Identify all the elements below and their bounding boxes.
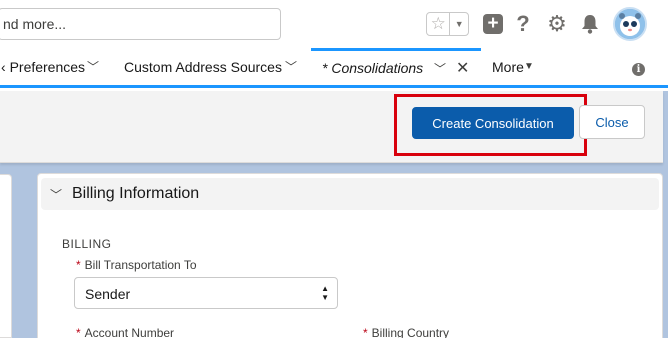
app-frame: nd more... ☆ ▼ + ? ⚙ ‹ Preferences ﹀ Cus…	[0, 0, 668, 338]
select-arrows-icon: ▲ ▼	[321, 284, 329, 302]
required-marker: *	[76, 326, 81, 338]
select-value: Sender	[85, 286, 131, 302]
workspace: Create Consolidation Close ﹀ Billing Inf…	[0, 91, 668, 338]
chevron-down-icon[interactable]: ﹀	[285, 58, 297, 75]
group-label: BILLING	[62, 237, 112, 251]
billing-section-header[interactable]: ﹀ Billing Information	[41, 178, 659, 210]
chevron-down-icon[interactable]: ﹀	[87, 58, 99, 75]
global-header: nd more... ☆ ▼ + ? ⚙	[0, 0, 668, 48]
gear-icon[interactable]: ⚙	[545, 11, 569, 36]
avatar[interactable]	[613, 7, 647, 41]
search-text: nd more...	[3, 16, 67, 32]
global-search-input[interactable]: nd more...	[0, 8, 281, 40]
field-label-text: Bill Transportation To	[84, 258, 197, 272]
required-marker: *	[76, 258, 81, 272]
field-label-text: Account Number	[84, 326, 175, 338]
billing-card: ﹀ Billing Information BILLING * Bill Tran…	[37, 173, 663, 338]
tab-consolidations[interactable]: * Consolidations ﹀ ✕	[311, 48, 481, 85]
workspace-tab-bar: ‹ Preferences ﹀ Custom Address Sources ﹀…	[0, 48, 668, 88]
bell-icon[interactable]	[578, 12, 602, 36]
caret-down-icon: ▼	[524, 61, 534, 72]
required-marker: *	[363, 326, 368, 338]
tab-custom-address-sources[interactable]: Custom Address Sources ﹀	[112, 48, 310, 85]
field-label-text: Billing Country	[371, 326, 450, 338]
favorites-group: ☆ ▼	[426, 12, 469, 36]
bill-transportation-to-select[interactable]: Sender ▲ ▼	[74, 277, 338, 309]
tab-more[interactable]: More ▼	[481, 48, 551, 85]
tab-label: More	[492, 58, 524, 75]
billing-country-label: * Billing Country	[363, 326, 449, 338]
left-panel	[0, 174, 12, 338]
help-icon[interactable]: ?	[511, 11, 535, 36]
info-icon[interactable]: i	[632, 63, 645, 76]
action-bar: Create Consolidation Close	[0, 91, 663, 163]
close-tab-icon[interactable]: ✕	[456, 58, 469, 78]
add-icon[interactable]: +	[481, 12, 505, 36]
account-number-label: * Account Number	[76, 326, 174, 338]
tab-label: * Consolidations	[322, 60, 424, 76]
star-icon[interactable]: ☆	[427, 13, 451, 35]
close-button[interactable]: Close	[579, 105, 645, 139]
chevron-down-icon[interactable]: ﹀	[50, 186, 62, 203]
tab-label: Preferences	[9, 58, 86, 75]
tab-preferences[interactable]: ‹ Preferences ﹀	[0, 48, 112, 85]
section-title: Billing Information	[72, 185, 200, 202]
bill-transportation-to-label: * Bill Transportation To	[76, 258, 197, 272]
tab-prefix: ‹	[1, 58, 6, 75]
chevron-down-icon[interactable]: ▼	[450, 13, 468, 35]
tab-label: Custom Address Sources	[124, 58, 282, 75]
chevron-down-icon[interactable]: ﹀	[434, 60, 446, 77]
highlight-annotation	[394, 94, 587, 156]
